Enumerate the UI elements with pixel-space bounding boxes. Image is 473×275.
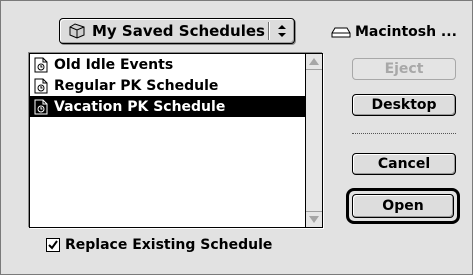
cancel-button[interactable]: Cancel: [352, 153, 456, 175]
file-list-item[interactable]: Old Idle Events: [30, 54, 306, 75]
checkmark-icon: [48, 240, 58, 250]
file-list[interactable]: Old Idle Events Regular PK Schedule Vaca…: [29, 53, 323, 228]
volume-label: Macintosh ...: [355, 24, 457, 40]
volume-indicator: Macintosh ...: [331, 24, 457, 40]
desktop-button[interactable]: Desktop: [352, 94, 456, 116]
file-list-item[interactable]: Regular PK Schedule: [30, 75, 306, 96]
document-icon: [34, 78, 48, 93]
scroll-down-arrow[interactable]: [306, 211, 322, 227]
file-list-item-label: Vacation PK Schedule: [54, 98, 226, 115]
popup-divider: [268, 22, 270, 40]
eject-button[interactable]: Eject: [352, 58, 456, 80]
document-icon: [34, 57, 48, 72]
folder-icon: [69, 23, 85, 39]
file-list-item-label: Old Idle Events: [54, 56, 174, 73]
open-button[interactable]: Open: [352, 194, 454, 218]
triangle-down-icon: [309, 216, 319, 223]
folder-popup-label: My Saved Schedules: [92, 22, 265, 40]
replace-existing-option[interactable]: Replace Existing Schedule: [46, 237, 272, 253]
scroll-up-arrow[interactable]: [306, 54, 322, 70]
vertical-scrollbar[interactable]: [305, 54, 322, 227]
scroll-track[interactable]: [306, 70, 322, 211]
open-file-dialog: My Saved Schedules Macintosh ... Old Idl…: [0, 0, 473, 275]
file-list-item-label: Regular PK Schedule: [54, 77, 219, 94]
folder-popup-menu[interactable]: My Saved Schedules: [59, 18, 295, 44]
up-down-arrows-icon: [278, 25, 286, 37]
document-icon: [34, 99, 48, 114]
replace-existing-label: Replace Existing Schedule: [65, 237, 273, 253]
triangle-up-icon: [309, 58, 319, 65]
button-separator: [352, 133, 456, 134]
file-list-rows: Old Idle Events Regular PK Schedule Vaca…: [30, 54, 306, 117]
hard-disk-icon: [331, 27, 351, 38]
replace-existing-checkbox[interactable]: [46, 238, 60, 252]
file-list-item-selected[interactable]: Vacation PK Schedule: [30, 96, 306, 117]
